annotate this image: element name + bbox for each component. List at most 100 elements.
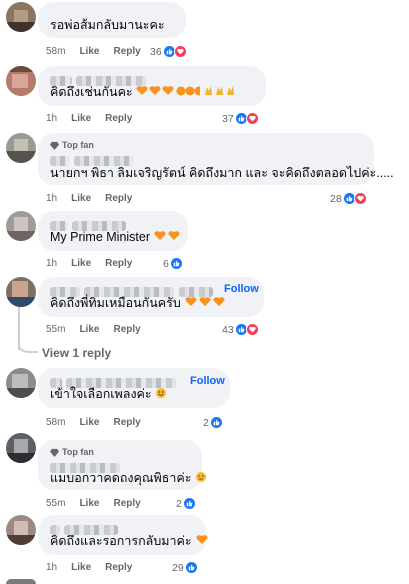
comment-actions: 1h Like Reply — [46, 562, 132, 573]
timestamp: 58m — [46, 417, 66, 428]
emoji-heart-icon — [136, 85, 204, 99]
timestamp: 1h — [46, 258, 58, 269]
comment-text-row: คิดถึงพี่ทิมเหมือนกันครับ — [50, 295, 252, 312]
comment-text: แมบอกวาคดถงคุณพิธาค่ะ — [50, 471, 192, 485]
comment-text: My Prime Minister — [50, 230, 151, 244]
top-fan-badge: Top fan — [50, 446, 190, 458]
avatar[interactable] — [6, 66, 36, 96]
comment-bubble: คิดถึงและรอการกลับมาค่ะ — [38, 515, 208, 555]
comment-text: คิดถึงและรอการกลับมาค่ะ — [50, 534, 192, 548]
like-button[interactable]: Like — [79, 46, 99, 57]
comment-text: รอพ่อส้มกลับมานะคะ — [50, 18, 165, 32]
avatar[interactable] — [6, 433, 36, 463]
reply-button[interactable]: Reply — [113, 498, 140, 509]
reaction-count: 6 — [163, 257, 169, 270]
like-button[interactable]: Like — [79, 417, 99, 428]
avatar[interactable] — [6, 133, 36, 163]
reaction-count: 37 — [222, 112, 234, 125]
reaction-summary[interactable]: 6 — [163, 257, 183, 270]
comment-actions: 58m Like Reply — [46, 46, 141, 57]
comment-actions: 1h Like Reply — [46, 113, 132, 124]
reply-button[interactable]: Reply — [113, 324, 140, 335]
reply-button[interactable]: Reply — [105, 113, 132, 124]
avatar[interactable] — [6, 368, 36, 398]
comment-actions: 58m Like Reply — [46, 417, 141, 428]
top-fan-badge: Top fan — [50, 139, 362, 151]
reply-button[interactable]: Reply — [105, 193, 132, 204]
comment-bubble: รอพ่อส้มกลับมานะคะ — [38, 2, 186, 38]
reaction-summary[interactable]: 29 — [172, 561, 198, 574]
reply-button[interactable]: Reply — [105, 562, 132, 573]
like-button[interactable]: Like — [71, 193, 91, 204]
follow-button[interactable]: Follow — [224, 283, 259, 295]
like-button[interactable]: Like — [71, 258, 91, 269]
like-button[interactable]: Like — [79, 498, 99, 509]
reaction-summary[interactable]: 43 — [222, 323, 259, 336]
diamond-icon — [50, 141, 59, 150]
reaction-summary[interactable]: 37 — [222, 112, 259, 125]
author-name[interactable] — [50, 217, 176, 231]
comment-bubble: Top fan แมบอกวาคดถงคุณพิธาค่ะ — [38, 440, 206, 490]
comment-text: เข้าใจเลือกเพลงค่ะ — [50, 387, 152, 401]
timestamp: 1h — [46, 193, 58, 204]
reaction-count: 36 — [150, 45, 162, 58]
love-reaction-icon — [173, 45, 187, 58]
avatar[interactable] — [6, 277, 36, 307]
love-reaction-icon — [245, 112, 259, 125]
author-name[interactable] — [50, 283, 252, 297]
reaction-count: 28 — [330, 192, 342, 205]
reply-thread-curve — [18, 340, 38, 353]
love-reaction-icon — [245, 323, 259, 336]
emoji-heart-icon — [184, 296, 228, 310]
avatar[interactable] — [6, 211, 36, 241]
author-name[interactable] — [50, 72, 254, 86]
comment-actions: 55m Like Reply — [46, 324, 141, 335]
reaction-summary[interactable]: 2 — [176, 497, 196, 510]
like-reaction-icon — [169, 257, 183, 270]
badge-label: Top fan — [62, 447, 94, 457]
comment-text-row: My Prime Minister — [50, 229, 180, 246]
reaction-summary[interactable]: 28 — [330, 192, 367, 205]
reply-button[interactable]: Reply — [113, 46, 140, 57]
like-button[interactable]: Like — [79, 324, 99, 335]
avatar[interactable] — [6, 579, 36, 584]
reaction-count: 29 — [172, 561, 184, 574]
comment-text: คิดถึงเช่นกันคะ — [50, 85, 133, 99]
timestamp: 55m — [46, 324, 66, 335]
comment-text: คิดถึงพี่ทิมเหมือนกันครับ — [50, 296, 181, 310]
comment-text-row: เข้าใจเลือกเพลงค่ะ — [50, 386, 218, 403]
comment-text-row: คิดถึงและรอการกลับมาค่ะ — [50, 533, 208, 550]
reaction-count: 2 — [203, 416, 209, 429]
reaction-summary[interactable]: 36 — [150, 45, 187, 58]
view-replies-link[interactable]: View 1 reply — [42, 346, 111, 360]
avatar[interactable] — [6, 515, 36, 545]
like-reaction-icon — [209, 416, 223, 429]
reply-button[interactable]: Reply — [113, 417, 140, 428]
reply-button[interactable]: Reply — [105, 258, 132, 269]
author-name[interactable] — [50, 152, 362, 166]
reaction-count: 43 — [222, 323, 234, 336]
emoji-smile-icon — [155, 387, 167, 401]
timestamp: 55m — [46, 498, 66, 509]
avatar[interactable] — [6, 2, 36, 32]
author-name[interactable] — [50, 521, 194, 535]
comment-bubble: คิดถึงเช่นกันคะ — [38, 66, 266, 106]
author-name[interactable] — [50, 459, 190, 473]
comment-actions: 55m Like Reply — [46, 498, 141, 509]
like-button[interactable]: Like — [71, 562, 91, 573]
like-button[interactable]: Like — [71, 113, 91, 124]
diamond-icon — [50, 448, 59, 457]
comment-bubble: เข้าใจเลือกเพลงค่ะ — [38, 368, 230, 408]
comment-text: นายกฯ พิธา ลิมเจริญรัตน์ คิดถึงมาก และ จ… — [50, 166, 394, 180]
reaction-summary[interactable]: 2 — [203, 416, 223, 429]
comment-text-row: แมบอกวาคดถงคุณพิธาค่ะ — [50, 470, 206, 487]
comment-bubble: My Prime Minister — [38, 211, 188, 251]
emoji-heart-icon — [153, 230, 182, 244]
comment-actions: 1h Like Reply — [46, 193, 132, 204]
follow-button[interactable]: Follow — [190, 375, 225, 387]
comment-actions: 1h Like Reply — [46, 258, 132, 269]
comment-text-row: คิดถึงเช่นกันคะ — [50, 84, 254, 101]
love-reaction-icon — [353, 192, 367, 205]
emoji-face-icon — [195, 471, 207, 485]
timestamp: 58m — [46, 46, 66, 57]
